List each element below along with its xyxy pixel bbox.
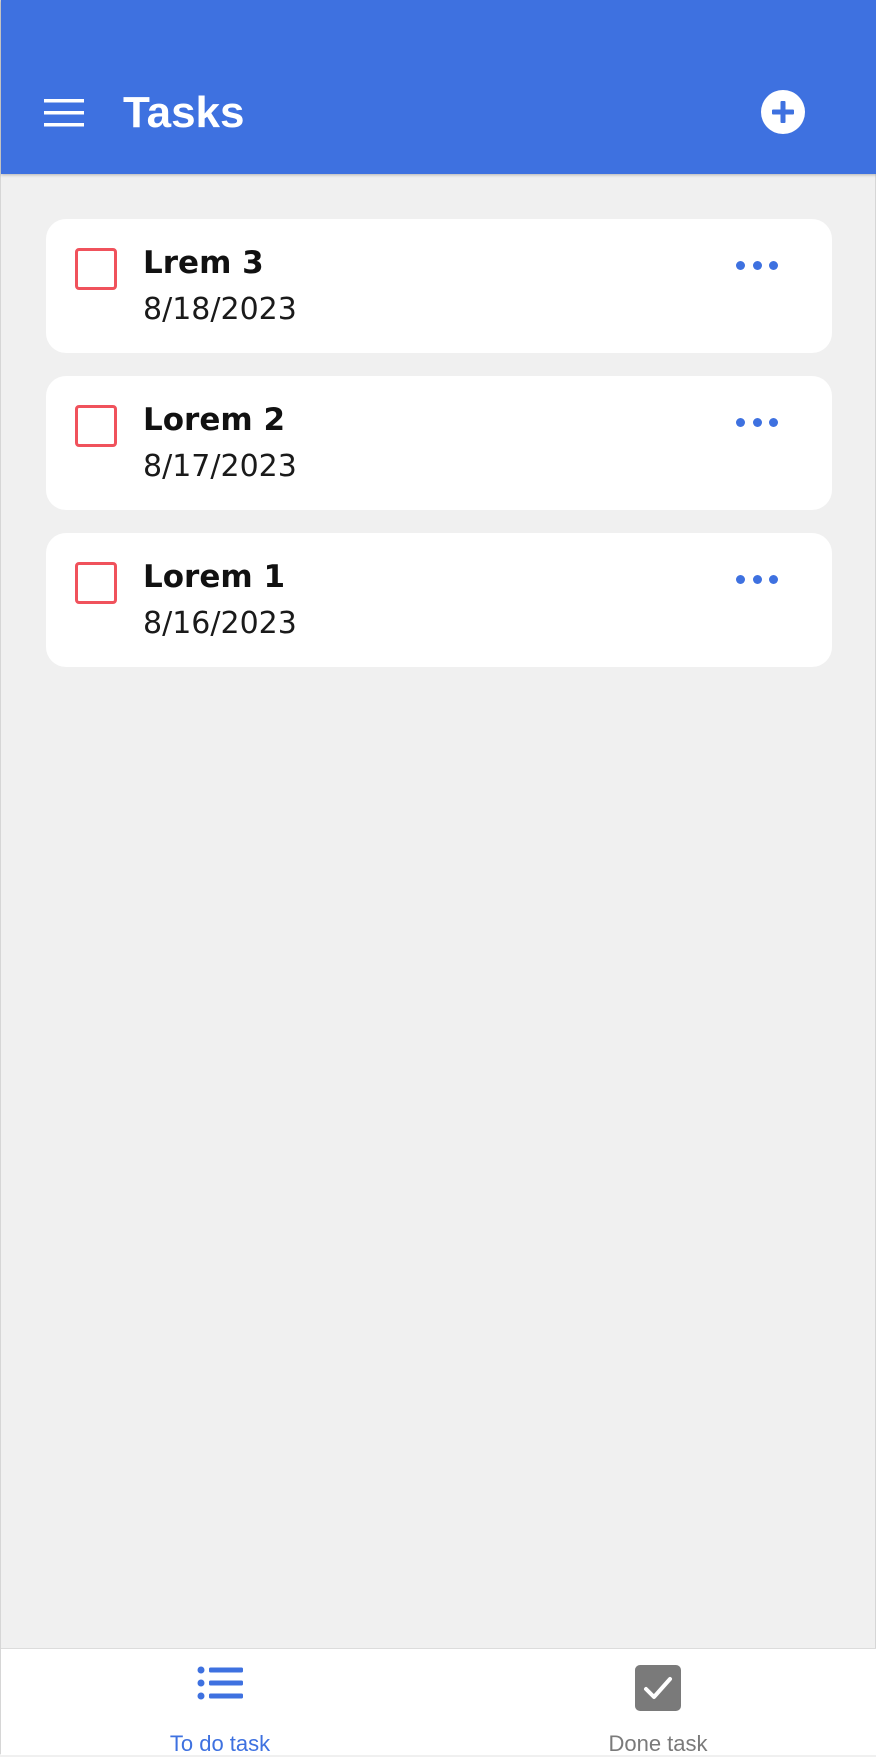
page-title: Tasks xyxy=(123,88,245,137)
task-card[interactable]: Lorem 1 8/16/2023 xyxy=(46,533,832,667)
task-card[interactable]: Lorem 2 8/17/2023 xyxy=(46,376,832,510)
task-title: Lorem 2 xyxy=(143,402,286,438)
task-date: 8/17/2023 xyxy=(143,449,297,484)
task-checkbox[interactable] xyxy=(75,562,117,604)
more-horizontal-icon xyxy=(736,574,778,584)
more-options-button[interactable] xyxy=(732,561,782,597)
nav-label-to-do: To do task xyxy=(169,1731,271,1756)
plus-icon xyxy=(772,101,794,123)
task-checkbox[interactable] xyxy=(75,405,117,447)
more-options-button[interactable] xyxy=(732,404,782,440)
nav-label-done: Done task xyxy=(608,1731,708,1756)
more-horizontal-icon xyxy=(736,417,778,427)
menu-button[interactable] xyxy=(37,90,91,136)
more-options-button[interactable] xyxy=(732,247,782,283)
task-card[interactable]: Lrem 3 8/18/2023 xyxy=(46,219,832,353)
nav-tab-to-do[interactable]: To do task xyxy=(1,1649,439,1756)
list-icon xyxy=(197,1666,243,1700)
task-list: Lrem 3 8/18/2023 Lorem 2 8/17/2023 Lorem… xyxy=(46,219,832,690)
bottom-navigation: To do task Done task xyxy=(1,1648,876,1756)
task-date: 8/16/2023 xyxy=(143,606,297,641)
more-horizontal-icon xyxy=(736,260,778,270)
add-task-button[interactable] xyxy=(761,90,805,134)
hamburger-menu-icon xyxy=(44,99,84,127)
task-date: 8/18/2023 xyxy=(143,292,297,327)
task-checkbox[interactable] xyxy=(75,248,117,290)
app-bar: Tasks xyxy=(1,0,876,174)
checkbox-checked-icon xyxy=(635,1665,681,1711)
task-title: Lrem 3 xyxy=(143,245,264,281)
nav-tab-done[interactable]: Done task xyxy=(439,1649,876,1756)
task-title: Lorem 1 xyxy=(143,559,286,595)
